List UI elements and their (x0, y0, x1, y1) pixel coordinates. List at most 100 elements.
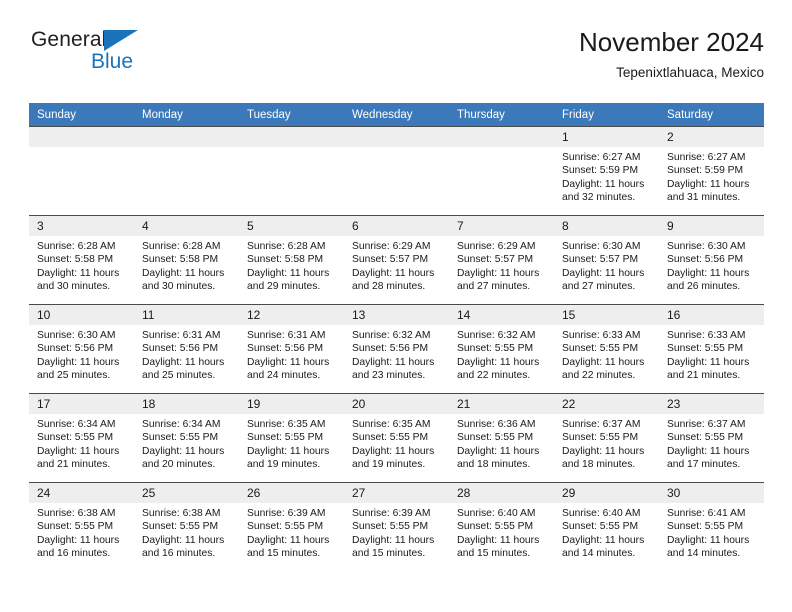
calendar-day-cell[interactable] (239, 126, 344, 215)
calendar-day-cell[interactable]: 26 Sunrise: 6:39 AM Sunset: 5:55 PM Dayligh… (239, 482, 344, 571)
calendar-day-cell[interactable]: 7 Sunrise: 6:29 AM Sunset: 5:57 PM Daylight… (449, 215, 554, 304)
calendar-day-cell[interactable]: 22 Sunrise: 6:37 AM Sunset: 5:55 PM Dayligh… (554, 393, 659, 482)
sunrise-time: Sunrise: 6:33 AM (562, 330, 641, 341)
daylight-duration-line1: Daylight: 11 hours (667, 267, 750, 279)
day-cell[interactable]: 11 Sunrise: 6:31 AM Sunset: 5:56 PM Dayligh… (134, 304, 239, 393)
daylight-duration-line1: Daylight: 11 hours (247, 356, 330, 368)
daylight-duration-line2: and 21 minutes. (667, 369, 741, 381)
day-number: 5 (239, 216, 344, 236)
day-cell[interactable]: 13 Sunrise: 6:32 AM Sunset: 5:56 PM Dayligh… (344, 304, 449, 393)
day-cell[interactable]: 24 Sunrise: 6:38 AM Sunset: 5:55 PM Dayligh… (29, 482, 134, 571)
day-cell[interactable]: 28 Sunrise: 6:40 AM Sunset: 5:55 PM Dayligh… (449, 482, 554, 571)
daylight-duration-line1: Daylight: 11 hours (562, 267, 645, 279)
calendar-day-cell[interactable]: 21 Sunrise: 6:36 AM Sunset: 5:55 PM Dayligh… (449, 393, 554, 482)
day-cell[interactable]: 15 Sunrise: 6:33 AM Sunset: 5:55 PM Dayligh… (554, 304, 659, 393)
daylight-duration-line1: Daylight: 11 hours (142, 356, 225, 368)
day-cell[interactable]: 7 Sunrise: 6:29 AM Sunset: 5:57 PM Daylight… (449, 215, 554, 304)
day-cell[interactable]: 9 Sunrise: 6:30 AM Sunset: 5:56 PM Daylight… (659, 215, 764, 304)
day-sun-info: Sunrise: 6:38 AM Sunset: 5:55 PM Daylight:… (29, 503, 134, 560)
sunrise-time: Sunrise: 6:34 AM (37, 419, 116, 430)
day-cell[interactable]: 5 Sunrise: 6:28 AM Sunset: 5:58 PM Daylight… (239, 215, 344, 304)
calendar-day-cell[interactable]: 30 Sunrise: 6:41 AM Sunset: 5:55 PM Dayligh… (659, 482, 764, 571)
calendar-day-cell[interactable]: 20 Sunrise: 6:35 AM Sunset: 5:55 PM Dayligh… (344, 393, 449, 482)
calendar-day-cell[interactable]: 15 Sunrise: 6:33 AM Sunset: 5:55 PM Dayligh… (554, 304, 659, 393)
day-cell[interactable]: 30 Sunrise: 6:41 AM Sunset: 5:55 PM Dayligh… (659, 482, 764, 571)
day-sun-info: Sunrise: 6:34 AM Sunset: 5:55 PM Daylight:… (134, 414, 239, 471)
daylight-duration-line1: Daylight: 11 hours (562, 178, 645, 190)
day-cell[interactable]: 17 Sunrise: 6:34 AM Sunset: 5:55 PM Dayligh… (29, 393, 134, 482)
sunset-time: Sunset: 5:55 PM (37, 521, 114, 533)
calendar-day-cell[interactable]: 6 Sunrise: 6:29 AM Sunset: 5:57 PM Daylight… (344, 215, 449, 304)
day-cell[interactable]: 2 Sunrise: 6:27 AM Sunset: 5:59 PM Daylight… (659, 126, 764, 215)
calendar-day-cell[interactable]: 13 Sunrise: 6:32 AM Sunset: 5:56 PM Dayligh… (344, 304, 449, 393)
day-cell[interactable]: 16 Sunrise: 6:33 AM Sunset: 5:55 PM Dayligh… (659, 304, 764, 393)
calendar-page: General Blue November 2024 Tepenixtlahua… (0, 0, 792, 612)
day-sun-info: Sunrise: 6:27 AM Sunset: 5:59 PM Daylight:… (554, 147, 659, 204)
day-sun-info: Sunrise: 6:36 AM Sunset: 5:55 PM Daylight:… (449, 414, 554, 471)
general-blue-logo[interactable]: General Blue (29, 26, 159, 84)
calendar-day-cell[interactable]: 17 Sunrise: 6:34 AM Sunset: 5:55 PM Dayligh… (29, 393, 134, 482)
calendar-day-cell[interactable]: 11 Sunrise: 6:31 AM Sunset: 5:56 PM Dayligh… (134, 304, 239, 393)
sunset-time: Sunset: 5:55 PM (247, 521, 324, 533)
calendar-day-cell[interactable]: 27 Sunrise: 6:39 AM Sunset: 5:55 PM Dayligh… (344, 482, 449, 571)
day-cell[interactable]: 23 Sunrise: 6:37 AM Sunset: 5:55 PM Dayligh… (659, 393, 764, 482)
day-cell[interactable]: 14 Sunrise: 6:32 AM Sunset: 5:55 PM Dayligh… (449, 304, 554, 393)
daylight-duration-line1: Daylight: 11 hours (352, 267, 435, 279)
day-cell[interactable]: 10 Sunrise: 6:30 AM Sunset: 5:56 PM Dayligh… (29, 304, 134, 393)
day-number: 7 (449, 216, 554, 236)
day-cell[interactable]: 21 Sunrise: 6:36 AM Sunset: 5:55 PM Dayligh… (449, 393, 554, 482)
page-header: General Blue November 2024 Tepenixtlahua… (29, 26, 764, 94)
day-sun-info: Sunrise: 6:33 AM Sunset: 5:55 PM Daylight:… (554, 325, 659, 382)
day-cell[interactable]: 22 Sunrise: 6:37 AM Sunset: 5:55 PM Dayligh… (554, 393, 659, 482)
day-cell[interactable]: 25 Sunrise: 6:38 AM Sunset: 5:55 PM Dayligh… (134, 482, 239, 571)
day-number: 3 (29, 216, 134, 236)
calendar-day-cell[interactable]: 9 Sunrise: 6:30 AM Sunset: 5:56 PM Daylight… (659, 215, 764, 304)
calendar-day-cell[interactable]: 2 Sunrise: 6:27 AM Sunset: 5:59 PM Daylight… (659, 126, 764, 215)
calendar-day-cell[interactable]: 29 Sunrise: 6:40 AM Sunset: 5:55 PM Dayligh… (554, 482, 659, 571)
day-cell[interactable]: 6 Sunrise: 6:29 AM Sunset: 5:57 PM Daylight… (344, 215, 449, 304)
weekday-header-saturday: Saturday (659, 103, 764, 126)
calendar-day-cell[interactable]: 1 Sunrise: 6:27 AM Sunset: 5:59 PM Daylight… (554, 126, 659, 215)
sunset-time: Sunset: 5:55 PM (457, 432, 534, 444)
sunset-time: Sunset: 5:57 PM (562, 254, 639, 266)
calendar-day-cell[interactable] (449, 126, 554, 215)
weekday-header-tuesday: Tuesday (239, 103, 344, 126)
day-cell[interactable]: 18 Sunrise: 6:34 AM Sunset: 5:55 PM Dayligh… (134, 393, 239, 482)
calendar-day-cell[interactable] (344, 126, 449, 215)
calendar-day-cell[interactable]: 3 Sunrise: 6:28 AM Sunset: 5:58 PM Daylight… (29, 215, 134, 304)
day-sun-info: Sunrise: 6:33 AM Sunset: 5:55 PM Daylight:… (659, 325, 764, 382)
weekday-header-friday: Friday (554, 103, 659, 126)
calendar-day-cell[interactable]: 10 Sunrise: 6:30 AM Sunset: 5:56 PM Dayligh… (29, 304, 134, 393)
calendar-day-cell[interactable]: 8 Sunrise: 6:30 AM Sunset: 5:57 PM Daylight… (554, 215, 659, 304)
day-sun-info: Sunrise: 6:41 AM Sunset: 5:55 PM Daylight:… (659, 503, 764, 560)
day-cell[interactable]: 1 Sunrise: 6:27 AM Sunset: 5:59 PM Daylight… (554, 126, 659, 215)
day-cell[interactable]: 26 Sunrise: 6:39 AM Sunset: 5:55 PM Dayligh… (239, 482, 344, 571)
day-sun-info: Sunrise: 6:29 AM Sunset: 5:57 PM Daylight:… (344, 236, 449, 293)
day-cell[interactable]: 4 Sunrise: 6:28 AM Sunset: 5:58 PM Daylight… (134, 215, 239, 304)
calendar-body: 1 Sunrise: 6:27 AM Sunset: 5:59 PM Daylight… (29, 126, 764, 571)
calendar-day-cell[interactable]: 23 Sunrise: 6:37 AM Sunset: 5:55 PM Dayligh… (659, 393, 764, 482)
calendar-day-cell[interactable]: 4 Sunrise: 6:28 AM Sunset: 5:58 PM Daylight… (134, 215, 239, 304)
calendar-day-cell[interactable]: 5 Sunrise: 6:28 AM Sunset: 5:58 PM Daylight… (239, 215, 344, 304)
daylight-duration-line1: Daylight: 11 hours (352, 356, 435, 368)
calendar-day-cell[interactable]: 14 Sunrise: 6:32 AM Sunset: 5:55 PM Dayligh… (449, 304, 554, 393)
calendar-week-row: 1 Sunrise: 6:27 AM Sunset: 5:59 PM Daylight… (29, 126, 764, 215)
day-cell[interactable]: 8 Sunrise: 6:30 AM Sunset: 5:57 PM Daylight… (554, 215, 659, 304)
day-cell[interactable]: 12 Sunrise: 6:31 AM Sunset: 5:56 PM Dayligh… (239, 304, 344, 393)
calendar-day-cell[interactable]: 12 Sunrise: 6:31 AM Sunset: 5:56 PM Dayligh… (239, 304, 344, 393)
day-cell[interactable]: 3 Sunrise: 6:28 AM Sunset: 5:58 PM Daylight… (29, 215, 134, 304)
sunrise-time: Sunrise: 6:36 AM (457, 419, 536, 430)
day-cell[interactable]: 27 Sunrise: 6:39 AM Sunset: 5:55 PM Dayligh… (344, 482, 449, 571)
day-cell[interactable]: 19 Sunrise: 6:35 AM Sunset: 5:55 PM Dayligh… (239, 393, 344, 482)
calendar-day-cell[interactable]: 24 Sunrise: 6:38 AM Sunset: 5:55 PM Dayligh… (29, 482, 134, 571)
calendar-day-cell[interactable]: 19 Sunrise: 6:35 AM Sunset: 5:55 PM Dayligh… (239, 393, 344, 482)
calendar-day-cell[interactable]: 16 Sunrise: 6:33 AM Sunset: 5:55 PM Dayligh… (659, 304, 764, 393)
calendar-day-cell[interactable]: 25 Sunrise: 6:38 AM Sunset: 5:55 PM Dayligh… (134, 482, 239, 571)
calendar-day-cell[interactable] (134, 126, 239, 215)
calendar-day-cell[interactable]: 18 Sunrise: 6:34 AM Sunset: 5:55 PM Dayligh… (134, 393, 239, 482)
day-sun-info: Sunrise: 6:31 AM Sunset: 5:56 PM Daylight:… (239, 325, 344, 382)
calendar-day-cell[interactable] (29, 126, 134, 215)
day-cell[interactable]: 29 Sunrise: 6:40 AM Sunset: 5:55 PM Dayligh… (554, 482, 659, 571)
day-cell[interactable]: 20 Sunrise: 6:35 AM Sunset: 5:55 PM Dayligh… (344, 393, 449, 482)
calendar-day-cell[interactable]: 28 Sunrise: 6:40 AM Sunset: 5:55 PM Dayligh… (449, 482, 554, 571)
